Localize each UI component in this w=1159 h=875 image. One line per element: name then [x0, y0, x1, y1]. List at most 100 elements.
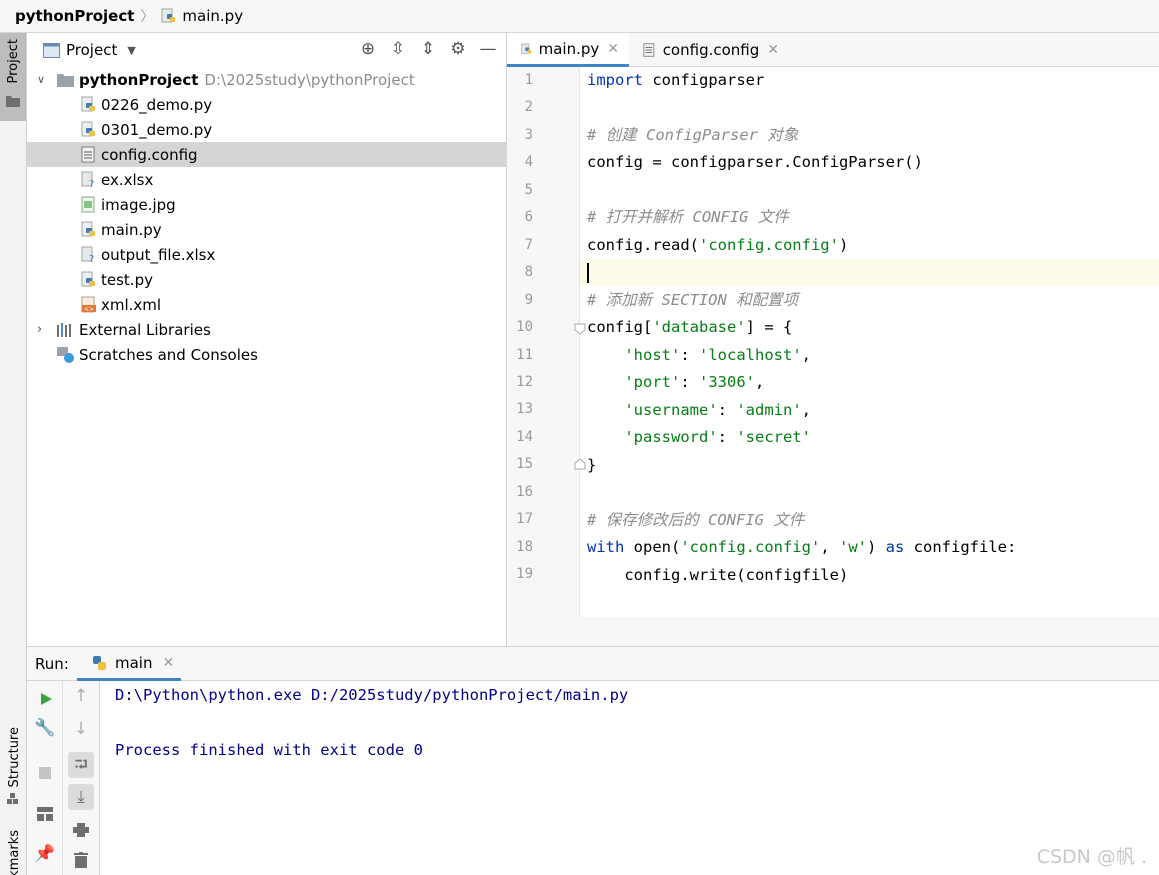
tree-item-file[interactable]: ? output_file.xlsx: [27, 242, 507, 267]
line-number: 7: [524, 236, 533, 253]
pin-icon[interactable]: 📌: [27, 844, 63, 864]
code-line-14: 'password': 'secret': [624, 428, 811, 446]
navigation-breadcrumb: pythonProject 〉 main.py: [0, 0, 1159, 33]
tool-window-project-label: Project: [6, 39, 21, 84]
python-file-icon: [81, 121, 97, 139]
stop-icon[interactable]: [39, 767, 51, 779]
external-libraries-label: External Libraries: [79, 320, 211, 339]
tree-item-label: ex.xlsx: [101, 170, 154, 189]
wrench-icon[interactable]: 🔧: [27, 718, 63, 738]
line-number: 1: [524, 72, 533, 88]
scratches-icon: [57, 346, 74, 363]
soft-wrap-icon[interactable]: ⮒: [68, 752, 94, 778]
line-number: 5: [524, 181, 533, 198]
code-line-1: import configparser: [587, 71, 765, 89]
project-panel: Project ▼ ⊕ ⇳ ⇕ ⚙ — ∨ pythonProject D:\2…: [27, 33, 507, 646]
chevron-down-icon[interactable]: ∨: [37, 73, 53, 86]
close-icon[interactable]: ✕: [162, 655, 174, 671]
line-number: 18: [516, 538, 533, 555]
run-label: Run:: [35, 654, 69, 673]
tool-window-project[interactable]: Project: [0, 33, 26, 121]
svg-text:<>: <>: [84, 306, 94, 313]
breadcrumb-project[interactable]: pythonProject: [15, 7, 134, 25]
tool-window-bookmarks[interactable]: kmarks: [0, 828, 26, 875]
tree-item-label: config.config: [101, 145, 198, 164]
code-line-15: }: [587, 456, 597, 474]
tree-item-file[interactable]: image.jpg: [27, 192, 507, 217]
run-toolbar-secondary: ↑ ↓ ⮒ ⤓: [63, 681, 100, 875]
code-line-19: config.write(configfile): [587, 566, 849, 584]
tab-config-config[interactable]: config.config ✕: [629, 33, 789, 67]
tab-main-py[interactable]: main.py ✕: [507, 33, 629, 67]
tree-item-file[interactable]: 0226_demo.py: [27, 92, 507, 117]
tool-window-structure-label: Structure: [7, 727, 22, 788]
fold-open-icon[interactable]: [574, 323, 586, 335]
tree-item-label: xml.xml: [101, 295, 162, 314]
view-dropdown-icon[interactable]: ▼: [127, 44, 135, 57]
svg-text:?: ?: [89, 179, 94, 189]
minimize-icon[interactable]: —: [478, 39, 498, 59]
print-icon[interactable]: [73, 823, 89, 837]
line-number: 2: [524, 99, 533, 116]
watermark: CSDN @帆 .: [1036, 846, 1147, 868]
image-file-icon: [81, 196, 97, 214]
line-number: 14: [516, 428, 533, 445]
layout-icon[interactable]: [37, 807, 53, 821]
scroll-to-end-icon[interactable]: ⤓: [68, 784, 94, 810]
trash-icon[interactable]: [74, 852, 88, 868]
python-file-icon: [81, 271, 97, 289]
tree-item-file[interactable]: config.config: [27, 142, 507, 167]
tree-item-external-libraries[interactable]: › External Libraries: [27, 317, 507, 342]
close-icon[interactable]: ✕: [767, 42, 779, 58]
run-icon[interactable]: [39, 692, 53, 706]
project-view-icon: [43, 42, 60, 58]
locate-file-icon[interactable]: ⊕: [358, 39, 378, 59]
tree-item-file[interactable]: ? ex.xlsx: [27, 167, 507, 192]
breadcrumb-file[interactable]: main.py: [161, 7, 243, 25]
xml-file-icon: <>: [81, 296, 97, 314]
run-tab-main[interactable]: main ✕: [77, 647, 181, 681]
line-number: 17: [516, 511, 533, 528]
fold-close-icon[interactable]: [574, 458, 586, 470]
tool-window-structure[interactable]: Structure: [0, 723, 26, 808]
collapse-all-icon[interactable]: ⇕: [418, 39, 438, 59]
line-number: 6: [524, 209, 533, 226]
console-output[interactable]: D:\Python\python.exe D:/2025study/python…: [100, 681, 1159, 875]
line-number: 16: [516, 483, 533, 500]
tree-item-scratches[interactable]: Scratches and Consoles: [27, 342, 507, 367]
code-line-3: # 创建 ConfigParser 对象: [587, 126, 799, 144]
line-number: 13: [516, 401, 533, 418]
code-line-17: # 保存修改后的 CONFIG 文件: [587, 511, 805, 529]
python-icon: [93, 655, 106, 670]
python-file-icon: [521, 43, 532, 54]
breadcrumb-file-label: main.py: [182, 7, 244, 25]
chevron-right-icon[interactable]: ›: [37, 322, 53, 337]
project-panel-title[interactable]: Project: [66, 41, 117, 59]
close-icon[interactable]: ✕: [607, 41, 619, 57]
project-panel-toolbar: ⊕ ⇳ ⇕ ⚙ —: [358, 39, 498, 59]
tree-item-file[interactable]: <> xml.xml: [27, 292, 507, 317]
tool-window-bookmarks-label: kmarks: [7, 830, 22, 875]
line-number: 19: [516, 566, 533, 583]
line-number: 4: [524, 154, 533, 171]
expand-all-icon[interactable]: ⇳: [388, 39, 408, 59]
tab-main-py-label: main.py: [538, 39, 600, 58]
code-editor[interactable]: import configparser # 创建 ConfigParser 对象…: [580, 67, 1159, 617]
editor-gutter: 1 2 3 4 5 6 7 8 9 10 11 12 13 14 15 16 17 18 19: [507, 67, 580, 617]
tree-item-file[interactable]: test.py: [27, 267, 507, 292]
console-line: Process finished with exit code 0: [115, 741, 423, 759]
line-number: 3: [524, 126, 533, 143]
tree-item-label: 0301_demo.py: [101, 120, 213, 139]
tree-item-file[interactable]: 0301_demo.py: [27, 117, 507, 142]
arrow-down-icon[interactable]: ↓: [63, 719, 99, 739]
console-line: D:\Python\python.exe D:/2025study/python…: [115, 686, 629, 704]
run-tab-label: main: [115, 653, 153, 672]
arrow-up-icon[interactable]: ↑: [63, 686, 99, 706]
breadcrumb-chevron-icon: 〉: [140, 9, 155, 25]
tree-item-label: test.py: [101, 270, 153, 289]
tree-item-file[interactable]: main.py: [27, 217, 507, 242]
tree-root-pythonproject[interactable]: ∨ pythonProject D:\2025study\pythonProje…: [27, 67, 507, 92]
gear-icon[interactable]: ⚙: [448, 39, 468, 59]
scratches-label: Scratches and Consoles: [79, 345, 258, 364]
run-toolbar-primary: 🔧 📌: [27, 681, 63, 875]
